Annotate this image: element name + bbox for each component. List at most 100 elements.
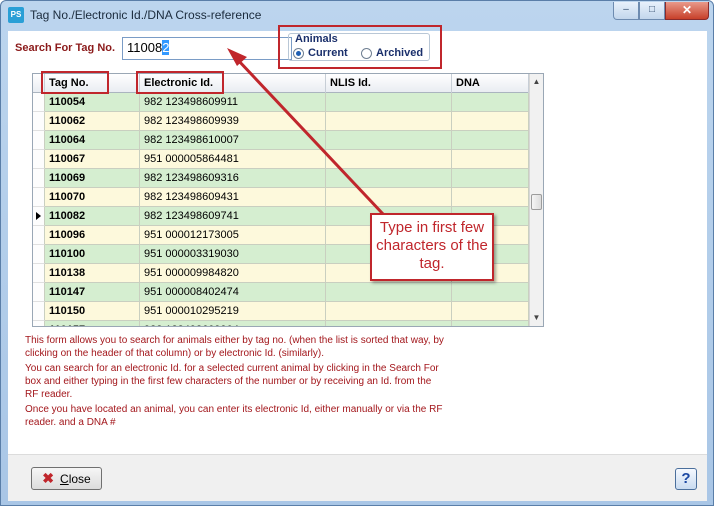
nlis-id-cell[interactable] [326,321,452,326]
nlis-id-cell[interactable] [326,93,452,112]
row-indicator-cell[interactable] [33,169,45,188]
tag-no-cell[interactable]: 110100 [45,245,140,264]
window: PS Tag No./Electronic Id./DNA Cross-refe… [0,0,714,506]
row-indicator-cell[interactable] [33,264,45,283]
electronic-id-cell[interactable]: 982 123498609316 [140,169,326,188]
search-input-selection: 2 [162,40,170,55]
vertical-scrollbar[interactable]: ▲ ▼ [529,74,543,326]
table-row[interactable]: 110062 982 123498609939 [33,112,529,131]
row-indicator-cell[interactable] [33,150,45,169]
electronic-id-cell[interactable]: 951 000009984820 [140,264,326,283]
minimize-button[interactable]: – [613,2,639,20]
help-paragraph: This form allows you to search for anima… [25,335,444,359]
dna-cell[interactable] [452,283,529,302]
nlis-id-cell[interactable] [326,150,452,169]
dna-cell[interactable] [452,112,529,131]
tag-no-cell[interactable]: 110062 [45,112,140,131]
scroll-thumb[interactable] [531,194,542,210]
footer-bar: ✖ Close ? [8,454,707,501]
column-header-nlis-id[interactable]: NLIS Id. [326,74,452,93]
tag-no-cell[interactable]: 110150 [45,302,140,321]
dna-cell[interactable] [452,188,529,207]
help-paragraph: Once you have located an animal, you can… [25,404,443,428]
close-button[interactable]: ✖ Close [31,467,102,490]
dna-cell[interactable] [452,150,529,169]
tag-no-cell[interactable]: 110070 [45,188,140,207]
dna-cell[interactable] [452,93,529,112]
row-indicator-cell[interactable] [33,93,45,112]
radio-current-label: Current [308,47,348,59]
nlis-id-cell[interactable] [326,188,452,207]
help-text: This form allows you to search for anima… [25,334,445,431]
tag-no-cell[interactable]: 110069 [45,169,140,188]
radio-archived-indicator[interactable] [361,47,372,59]
close-accelerator: C [60,471,69,486]
table-row[interactable]: 110069 982 123498609316 [33,169,529,188]
electronic-id-cell[interactable]: 982 123498609431 [140,188,326,207]
row-indicator-cell[interactable] [33,207,45,226]
tag-no-cell[interactable]: 110067 [45,150,140,169]
animals-group: Animals Current Archived [288,33,430,61]
search-input[interactable]: 110082 [122,37,292,60]
row-indicator-cell[interactable] [33,283,45,302]
table-row[interactable]: 110150 951 000010295219 [33,302,529,321]
radio-current[interactable]: Current [293,47,348,59]
annotation-callout: Type in first few characters of the tag. [370,213,494,281]
dna-cell[interactable] [452,321,529,326]
tag-no-cell[interactable]: 110082 [45,207,140,226]
tag-no-cell[interactable]: 110054 [45,93,140,112]
tag-no-cell[interactable]: 110157 [45,321,140,326]
radio-archived[interactable]: Archived [361,47,423,59]
search-label: Search For Tag No. [15,42,116,54]
electronic-id-cell[interactable]: 951 000008402474 [140,283,326,302]
nlis-id-cell[interactable] [326,283,452,302]
animals-title: Animals [295,33,338,45]
electronic-id-cell[interactable]: 982 123498609741 [140,207,326,226]
electronic-id-cell[interactable]: 951 000012173005 [140,226,326,245]
tag-no-cell[interactable]: 110096 [45,226,140,245]
nlis-id-cell[interactable] [326,169,452,188]
scroll-up-icon[interactable]: ▲ [530,75,543,89]
tag-no-cell[interactable]: 110064 [45,131,140,150]
table-row[interactable]: 110064 982 123498610007 [33,131,529,150]
row-indicator-cell[interactable] [33,112,45,131]
row-indicator-cell[interactable] [33,188,45,207]
help-button[interactable]: ? [675,468,697,490]
electronic-id-cell[interactable]: 951 000010295219 [140,302,326,321]
app-icon: PS [8,7,24,23]
scroll-down-icon[interactable]: ▼ [530,311,543,325]
electronic-id-cell[interactable]: 951 000005864481 [140,150,326,169]
table-row[interactable]: 110067 951 000005864481 [33,150,529,169]
radio-current-indicator[interactable] [293,47,304,59]
nlis-id-cell[interactable] [326,112,452,131]
current-row-pointer-icon [36,212,41,220]
help-paragraph: You can search for an electronic Id. for… [25,363,439,400]
dna-cell[interactable] [452,131,529,150]
tag-no-cell[interactable]: 110147 [45,283,140,302]
table-row[interactable]: 110070 982 123498609431 [33,188,529,207]
row-indicator-cell[interactable] [33,321,45,326]
table-row[interactable]: 110157982 123498609904 [33,321,529,326]
window-title: Tag No./Electronic Id./DNA Cross-referen… [30,8,262,22]
electronic-id-header-highlight [136,71,224,94]
row-indicator-cell[interactable] [33,226,45,245]
cross-reference-grid[interactable]: Tag No. Electronic Id. NLIS Id. DNA 1100… [32,73,544,327]
dna-cell[interactable] [452,169,529,188]
row-indicator-cell[interactable] [33,131,45,150]
electronic-id-cell[interactable]: 982 123498609911 [140,93,326,112]
table-row[interactable]: 110147 951 000008402474 [33,283,529,302]
window-close-button[interactable]: ✕ [665,2,709,20]
row-indicator-cell[interactable] [33,245,45,264]
maximize-button[interactable]: □ [639,2,665,20]
row-indicator-cell[interactable] [33,302,45,321]
nlis-id-cell[interactable] [326,302,452,321]
tag-no-cell[interactable]: 110138 [45,264,140,283]
electronic-id-cell[interactable]: 982 123498610007 [140,131,326,150]
nlis-id-cell[interactable] [326,131,452,150]
electronic-id-cell[interactable]: 982 123498609939 [140,112,326,131]
dna-cell[interactable] [452,302,529,321]
electronic-id-cell[interactable]: 982 123498609904 [140,321,326,326]
electronic-id-cell[interactable]: 951 000003319030 [140,245,326,264]
column-header-dna[interactable]: DNA [452,74,529,93]
table-row[interactable]: 110054 982 123498609911 [33,93,529,112]
